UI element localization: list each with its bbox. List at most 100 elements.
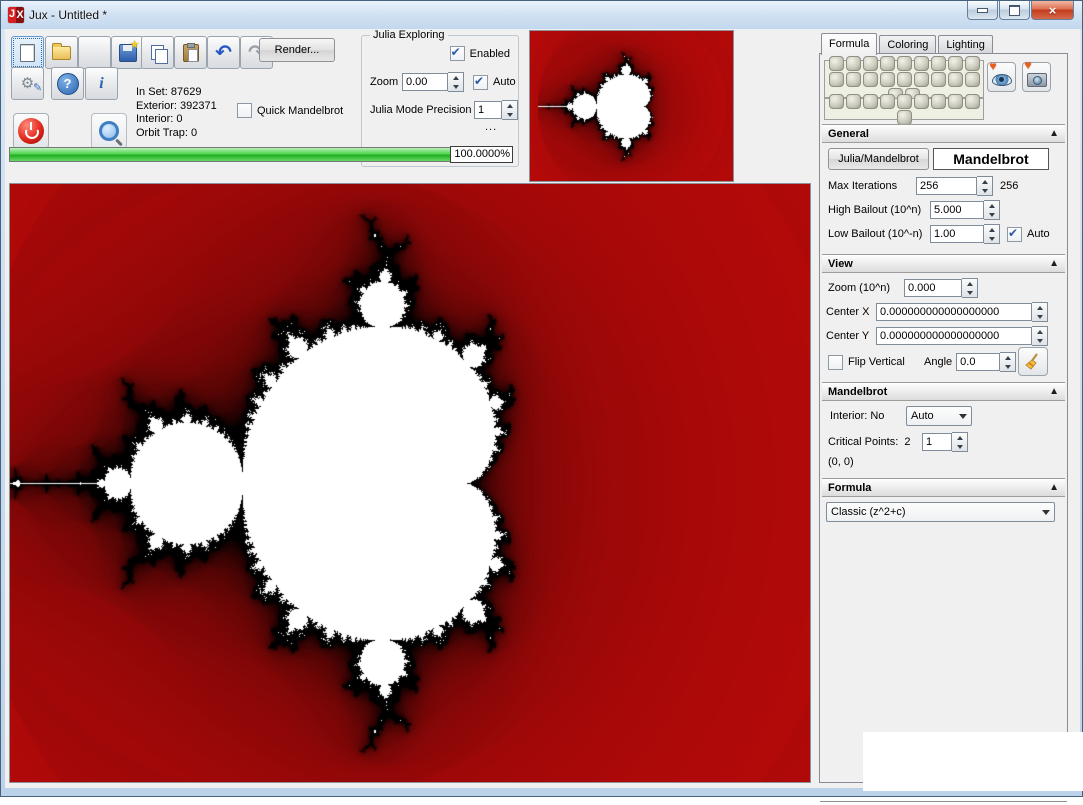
palette-swatch[interactable]: [880, 56, 895, 71]
palette-swatch[interactable]: [965, 94, 980, 109]
palette-swatch[interactable]: [829, 94, 844, 109]
collapse-icon[interactable]: ▲: [1049, 258, 1059, 269]
palette-swatch[interactable]: [965, 56, 980, 71]
view-zoom-input[interactable]: [904, 279, 962, 297]
paste-button[interactable]: [174, 36, 207, 69]
julia-enabled-checkbox[interactable]: [450, 46, 465, 61]
interior-mode-value: Auto: [911, 410, 934, 422]
palette-swatch[interactable]: [914, 56, 929, 71]
tab-coloring[interactable]: Coloring: [879, 35, 936, 54]
new-button[interactable]: [11, 36, 44, 69]
angle-spinner[interactable]: [1000, 352, 1016, 372]
palette-swatch[interactable]: [948, 56, 963, 71]
palette-swatch[interactable]: [914, 94, 929, 109]
magnifier-button[interactable]: [91, 113, 127, 149]
palette-swatch[interactable]: [846, 94, 861, 109]
reset-view-button[interactable]: [1018, 347, 1048, 376]
render-button[interactable]: Render...: [259, 38, 335, 62]
high-bailout-spinner[interactable]: [984, 200, 1000, 220]
center-x-input[interactable]: [876, 303, 1032, 321]
palette-swatch[interactable]: [846, 72, 861, 87]
julia-mandelbrot-toggle-button[interactable]: Julia/Mandelbrot: [828, 148, 929, 170]
max-iterations-spinner[interactable]: [977, 176, 993, 196]
tab-lighting[interactable]: Lighting: [938, 35, 993, 54]
mandelbrot-preview-canvas[interactable]: [530, 31, 733, 181]
low-bailout-auto-label: Auto: [1027, 228, 1050, 240]
section-header-general[interactable]: General ▲: [822, 124, 1065, 143]
palette-swatch[interactable]: [931, 72, 946, 87]
maximize-button[interactable]: [999, 1, 1030, 20]
palette-swatch[interactable]: [829, 72, 844, 87]
more-options-ellipsis[interactable]: ...: [485, 121, 497, 133]
close-icon: ×: [1049, 4, 1057, 17]
julia-zoom-spinner[interactable]: [448, 72, 464, 92]
tab-formula[interactable]: Formula: [821, 33, 877, 55]
center-x-spinner[interactable]: [1032, 302, 1048, 322]
low-bailout-auto-checkbox[interactable]: [1007, 227, 1022, 242]
favorite-snapshot-button[interactable]: ♥: [1022, 62, 1051, 92]
info-button[interactable]: i: [85, 67, 118, 100]
palette-swatch[interactable]: [931, 56, 946, 71]
palette-swatch[interactable]: [897, 94, 912, 109]
view-zoom-spinner[interactable]: [962, 278, 978, 298]
palette-swatch[interactable]: [863, 56, 878, 71]
palette-swatch[interactable]: [863, 94, 878, 109]
copy-button[interactable]: [141, 36, 174, 69]
panel-bottom-divider: [820, 801, 1067, 805]
favorite-view-button[interactable]: ♥: [987, 62, 1016, 92]
flip-vertical-checkbox[interactable]: [828, 355, 843, 370]
progress-bar: [9, 147, 452, 162]
palette-swatch[interactable]: [829, 56, 844, 71]
low-bailout-input[interactable]: [930, 225, 984, 243]
palette-swatch[interactable]: [863, 72, 878, 87]
preview-pane[interactable]: [529, 30, 734, 182]
help-button[interactable]: ?: [51, 67, 84, 100]
save-button[interactable]: [111, 36, 144, 69]
critical-point-spinner[interactable]: [952, 432, 968, 452]
formula-dropdown[interactable]: Classic (z^2+c): [826, 502, 1055, 522]
high-bailout-input[interactable]: [930, 201, 984, 219]
collapse-icon[interactable]: ▲: [1049, 482, 1059, 493]
section-header-view[interactable]: View ▲: [822, 254, 1065, 273]
window-title: Jux - Untitled *: [29, 8, 107, 22]
palette-swatch[interactable]: [897, 110, 912, 125]
collapse-icon[interactable]: ▲: [1049, 386, 1059, 397]
title-bar[interactable]: JX Jux - Untitled *: [1, 1, 1082, 29]
settings-button[interactable]: ⚙: [11, 67, 44, 100]
stop-button[interactable]: [13, 113, 49, 149]
collapse-icon[interactable]: ▲: [1049, 128, 1059, 139]
palette-swatch[interactable]: [880, 72, 895, 87]
minimize-button[interactable]: [967, 1, 998, 20]
section-header-formula[interactable]: Formula ▲: [822, 478, 1065, 497]
julia-zoom-input[interactable]: [402, 73, 448, 91]
center-y-input[interactable]: [876, 327, 1032, 345]
quick-mandelbrot-checkbox[interactable]: [237, 103, 252, 118]
blank-button[interactable]: [78, 36, 111, 69]
close-button[interactable]: ×: [1031, 1, 1074, 20]
palette-swatch[interactable]: [914, 72, 929, 87]
julia-precision-spinner[interactable]: [502, 100, 518, 120]
undo-button[interactable]: ↶: [207, 36, 240, 69]
interior-mode-dropdown[interactable]: Auto: [906, 406, 972, 426]
angle-input[interactable]: [956, 353, 1000, 371]
fractal-view[interactable]: [9, 183, 811, 783]
palette-swatch[interactable]: [846, 56, 861, 71]
palette-swatch[interactable]: [948, 72, 963, 87]
julia-auto-checkbox[interactable]: [473, 75, 488, 90]
center-y-label: Center Y: [826, 330, 876, 342]
julia-precision-row: Julia Mode Precision: [370, 100, 518, 120]
low-bailout-spinner[interactable]: [984, 224, 1000, 244]
palette-swatch[interactable]: [897, 72, 912, 87]
palette-swatch[interactable]: [880, 94, 895, 109]
open-button[interactable]: [45, 36, 78, 69]
julia-precision-input[interactable]: [474, 101, 502, 119]
critical-point-input[interactable]: [922, 433, 952, 451]
palette-swatch[interactable]: [897, 56, 912, 71]
mandelbrot-main-canvas[interactable]: [10, 184, 810, 782]
max-iterations-input[interactable]: [916, 177, 977, 195]
palette-swatch[interactable]: [948, 94, 963, 109]
section-header-mandelbrot[interactable]: Mandelbrot ▲: [822, 382, 1065, 401]
palette-swatch[interactable]: [965, 72, 980, 87]
palette-swatch[interactable]: [931, 94, 946, 109]
center-y-spinner[interactable]: [1032, 326, 1048, 346]
